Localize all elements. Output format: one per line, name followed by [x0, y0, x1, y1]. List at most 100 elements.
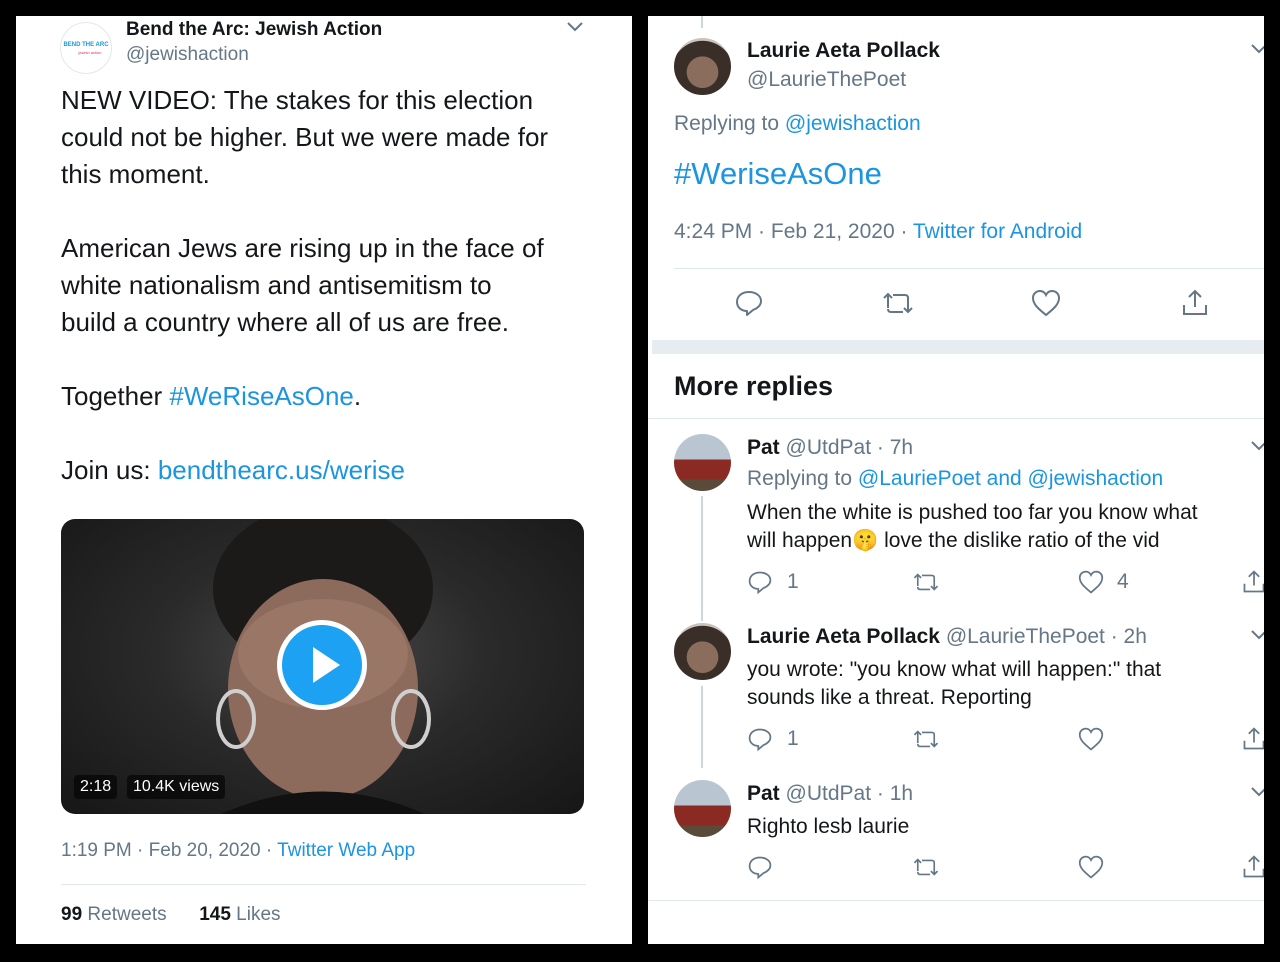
chevron-down-icon[interactable] — [1250, 439, 1264, 453]
reply-hashtag[interactable]: #WeriseAsOne — [674, 156, 882, 192]
like-icon[interactable] — [1077, 726, 1105, 752]
reply-meta[interactable]: @LaurieThePoet · 2h — [946, 625, 1147, 648]
reply-author-name[interactable]: Pat — [747, 782, 780, 805]
source-link[interactable]: Twitter for Android — [913, 220, 1082, 243]
tweet-body-line: this moment. — [61, 159, 210, 189]
join-text: Join us: — [61, 455, 158, 485]
join-line: Join us: bendthearc.us/werise — [61, 452, 621, 489]
reply-avatar[interactable] — [674, 623, 731, 680]
tweet-body-line: white nationalism and antisemitism to — [61, 270, 492, 300]
shushing-face-emoji: 🤫 — [852, 529, 879, 552]
period: . — [353, 381, 362, 411]
replying-to-line: Replying to @LauriePoet and @jewishactio… — [747, 467, 1163, 491]
reply-author-name[interactable]: Laurie Aeta Pollack — [747, 625, 940, 648]
reply-icon[interactable] — [734, 288, 764, 318]
tweet-body-line: American Jews are rising up in the face … — [61, 233, 544, 263]
reply-body-line: sounds like a threat. Reporting — [747, 686, 1032, 709]
section-separator — [652, 340, 1264, 354]
author-avatar[interactable]: BEND THE ARC jewish action — [60, 22, 112, 74]
join-link[interactable]: bendthearc.us/werise — [158, 455, 405, 485]
hashtag-link[interactable]: #WeRiseAsOne — [169, 381, 354, 411]
reply-count: 1 — [787, 727, 799, 750]
original-tweet-panel: BEND THE ARC jewish action Bend the Arc:… — [16, 16, 632, 944]
reply-body: Righto lesb laurie — [747, 813, 909, 841]
share-icon[interactable] — [1180, 288, 1210, 318]
timestamp-line: 1:19 PM · Feb 20, 2020 · Twitter Web App — [61, 840, 415, 862]
divider — [61, 884, 586, 885]
share-icon[interactable] — [1241, 854, 1264, 880]
timestamp-line: 4:24 PM · Feb 21, 2020 · Twitter for And… — [674, 220, 1082, 244]
reply-body-line: will happen🤫 love the dislike ratio of t… — [747, 527, 1198, 555]
reply-icon[interactable] — [747, 569, 773, 595]
like-icon[interactable] — [1030, 288, 1062, 318]
reply-header: Pat @UtdPat · 7h — [747, 436, 913, 460]
reply-icon[interactable] — [747, 854, 773, 880]
reply-body-text: love the dislike ratio of the vid — [878, 529, 1160, 552]
avatar-logo-text: BEND THE ARC — [63, 42, 109, 48]
retweet-icon[interactable] — [881, 288, 915, 318]
chevron-down-icon[interactable] — [566, 20, 584, 34]
divider — [674, 268, 1264, 269]
play-icon — [313, 647, 340, 683]
reply-body-line: When the white is pushed too far you kno… — [747, 501, 1198, 524]
like-count: 4 — [1117, 570, 1129, 593]
tweet-body-line: NEW VIDEO: The stakes for this election — [61, 85, 534, 115]
together-line: Together #WeRiseAsOne. — [61, 378, 621, 415]
likes-label[interactable]: Likes — [231, 904, 280, 925]
author-handle[interactable]: @LaurieThePoet — [747, 68, 906, 92]
author-name[interactable]: Bend the Arc: Jewish Action — [126, 19, 382, 41]
thread-connector — [701, 496, 703, 621]
thread-connector — [701, 686, 703, 768]
chevron-down-icon[interactable] — [1250, 785, 1264, 799]
reply-body-line: Righto lesb laurie — [747, 815, 910, 838]
together-text: Together — [61, 381, 170, 411]
retweet-icon[interactable] — [912, 726, 940, 752]
author-handle[interactable]: @jewishaction — [126, 44, 249, 66]
source-link[interactable]: Twitter Web App — [277, 840, 415, 861]
replying-to-line: Replying to @jewishaction — [674, 112, 921, 136]
reply-avatar[interactable] — [674, 780, 731, 837]
likes-count[interactable]: 145 — [199, 904, 231, 925]
tweet-body: NEW VIDEO: The stakes for this election … — [61, 82, 621, 489]
reply-thread-panel: Laurie Aeta Pollack @LaurieThePoet Reply… — [648, 16, 1264, 944]
reply-body: you wrote: "you know what will happen:" … — [747, 656, 1161, 712]
play-button[interactable] — [277, 620, 367, 710]
reply-body: When the white is pushed too far you kno… — [747, 499, 1198, 555]
timestamp[interactable]: 4:24 PM · Feb 21, 2020 · — [674, 220, 913, 243]
author-name[interactable]: Laurie Aeta Pollack — [747, 39, 940, 63]
share-icon[interactable] — [1241, 569, 1264, 595]
replying-to-handles[interactable]: @LauriePoet and @jewishaction — [858, 467, 1163, 490]
chevron-down-icon[interactable] — [1250, 628, 1264, 642]
video-views: 10.4K views — [127, 775, 226, 799]
reply-author-name[interactable]: Pat — [747, 436, 780, 459]
reply-header: Laurie Aeta Pollack @LaurieThePoet · 2h — [747, 625, 1147, 649]
reply-meta[interactable]: @UtdPat · 1h — [786, 782, 914, 805]
share-icon[interactable] — [1241, 726, 1264, 752]
replying-to-label: Replying to — [747, 467, 858, 490]
retweets-count[interactable]: 99 — [61, 904, 82, 925]
reply-header: Pat @UtdPat · 1h — [747, 782, 913, 806]
like-icon[interactable] — [1077, 854, 1105, 880]
reply-body-line: you wrote: "you know what will happen:" … — [747, 658, 1162, 681]
reply-count: 1 — [787, 570, 799, 593]
reply-icon[interactable] — [747, 726, 773, 752]
reply-avatar[interactable] — [674, 434, 731, 491]
video-player[interactable]: 2:18 10.4K views — [61, 519, 584, 814]
tweet-body-line: build a country where all of us are free… — [61, 307, 510, 337]
timestamp[interactable]: 1:19 PM · Feb 20, 2020 · — [61, 840, 277, 861]
retweets-label[interactable]: Retweets — [82, 904, 166, 925]
chevron-down-icon[interactable] — [1250, 42, 1264, 56]
engagement-stats: 99 Retweets 145 Likes — [61, 904, 281, 926]
retweet-icon[interactable] — [912, 569, 940, 595]
reply-meta[interactable]: @UtdPat · 7h — [786, 436, 914, 459]
retweet-icon[interactable] — [912, 854, 940, 880]
author-avatar[interactable] — [674, 38, 731, 95]
avatar-logo-sub: jewish action — [78, 50, 102, 55]
reply-body-text: will happen — [747, 529, 853, 552]
video-duration: 2:18 — [74, 775, 118, 799]
thread-connector — [701, 16, 703, 28]
divider — [648, 418, 1264, 419]
like-icon[interactable] — [1077, 569, 1105, 595]
replying-to-handle[interactable]: @jewishaction — [785, 112, 921, 135]
replying-to-label: Replying to — [674, 112, 785, 135]
